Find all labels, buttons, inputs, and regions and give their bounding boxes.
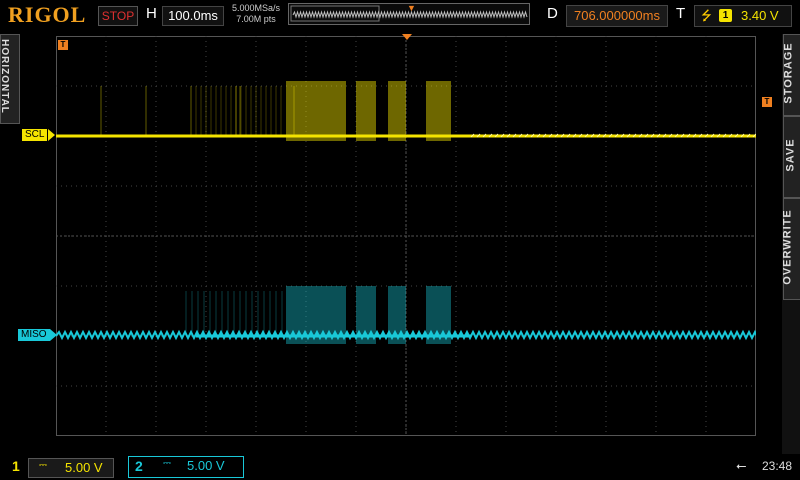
trigger-level-marker[interactable]: T [762, 97, 772, 107]
trigger-time-marker: T [58, 40, 68, 50]
tab-storage-label: STORAGE [782, 42, 795, 104]
miso-offset-arrow [50, 329, 57, 341]
trigger-position-marker [402, 34, 412, 40]
sample-rate: 5.000MSa/s [231, 3, 281, 13]
miso-channel-label[interactable]: MISO [18, 329, 50, 341]
rising-edge-icon: ⭍ [701, 8, 712, 23]
scl-burst [286, 81, 346, 141]
ch2-settings[interactable]: 2 ⎓ 5.00 V [128, 456, 244, 478]
ch1-settings[interactable]: ⎓ 5.00 V [28, 458, 114, 478]
ch2-number: 2 [135, 458, 143, 474]
delay-label: D [547, 5, 558, 22]
acquisition-info: 5.000MSa/s 7.00M pts [228, 3, 284, 25]
ch1-number[interactable]: 1 [12, 458, 20, 474]
tab-overwrite-label: OVERWRITE [781, 209, 794, 285]
ch2-dc-coupling-icon: ⎓ [163, 458, 171, 469]
tab-overwrite[interactable]: OVERWRITE [781, 198, 800, 300]
trigger-level: 3.40 V [741, 8, 779, 23]
ch2-scale: 5.00 V [187, 458, 225, 473]
tab-storage[interactable]: STORAGE [783, 34, 800, 116]
trigger-source: 1 [719, 9, 732, 22]
waveform-display[interactable] [56, 36, 756, 436]
brand-logo: RIGOL [8, 2, 87, 27]
miso-burst [426, 286, 451, 344]
run-stop-status[interactable]: STOP [98, 6, 138, 26]
scl-burst [426, 81, 451, 141]
tab-horizontal[interactable]: HORIZONTAL [0, 34, 20, 124]
timebase-value[interactable]: 100.0ms [162, 6, 224, 26]
memory-depth: 7.00M pts [236, 14, 276, 24]
tab-horizontal-label: HORIZONTAL [0, 39, 10, 114]
trigger-label: T [676, 5, 686, 22]
tab-save-label: SAVE [784, 138, 797, 172]
scl-offset-arrow [48, 129, 55, 141]
delay-value[interactable]: 706.000000ms [566, 5, 668, 27]
tab-save[interactable]: SAVE [783, 116, 800, 198]
miso-burst [356, 286, 376, 344]
memory-trigger-marker: ▼ [407, 3, 416, 13]
usb-icon: ⭠ [736, 458, 747, 473]
clock: 23:48 [762, 459, 793, 473]
memory-waveform-overview[interactable]: ▼ [288, 3, 530, 25]
ch1-scale: 5.00 V [65, 460, 103, 475]
scl-channel-label[interactable]: SCL [22, 129, 48, 141]
channel-bar: 1 ⎓ 5.00 V 2 ⎓ 5.00 V ⭠ 23:48 [0, 454, 800, 480]
miso-burst [388, 286, 406, 344]
miso-waveform [56, 286, 756, 344]
miso-burst [286, 286, 346, 344]
status-bar: RIGOL STOP H 100.0ms 5.000MSa/s 7.00M pt… [0, 0, 800, 32]
ch1-dc-coupling-icon: ⎓ [39, 460, 47, 471]
scl-waveform [56, 81, 756, 141]
horizontal-label: H [146, 5, 157, 22]
scl-burst [356, 81, 376, 141]
trigger-settings[interactable]: ⭍ 1 3.40 V [694, 5, 792, 27]
scl-burst [388, 81, 406, 141]
